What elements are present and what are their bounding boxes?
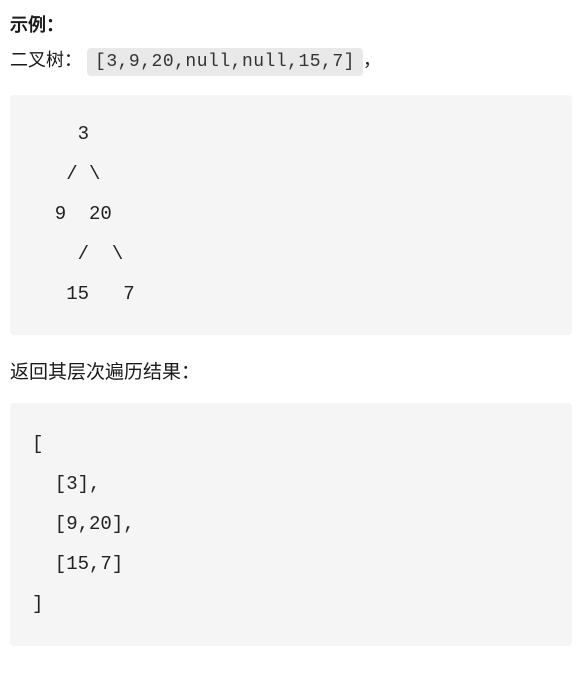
desc-suffix: ，: [363, 50, 381, 70]
tree-diagram-block: 3 / \ 9 20 / \ 15 7: [10, 95, 572, 334]
desc-prefix: 二叉树：: [10, 50, 82, 70]
input-array-code: [3,9,20,null,null,15,7]: [87, 48, 363, 76]
example-heading: 示例：: [10, 10, 572, 41]
input-description: 二叉树： [3,9,20,null,null,15,7]，: [10, 45, 572, 78]
output-code-block: [ [3], [9,20], [15,7] ]: [10, 403, 572, 646]
result-label: 返回其层次遍历结果：: [10, 357, 572, 389]
